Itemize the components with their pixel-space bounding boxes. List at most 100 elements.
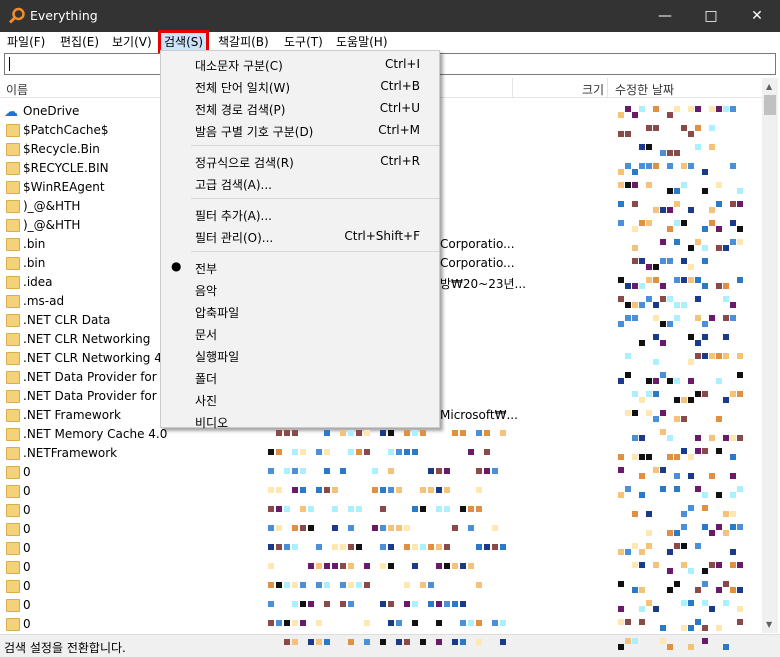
redacted-pixel — [730, 302, 736, 308]
menu-4[interactable]: 책갈피(B) — [215, 33, 272, 51]
list-item[interactable]: .NETFramework — [4, 444, 504, 463]
redacted-pixel — [284, 620, 290, 626]
redacted-pixel — [625, 549, 631, 555]
menu-0[interactable]: 파일(F) — [4, 33, 48, 51]
redacted-pixel — [396, 487, 402, 493]
menu-item[interactable]: 비디오 — [161, 410, 439, 432]
menu-5[interactable]: 도구(T) — [281, 33, 326, 51]
redacted-pixel — [646, 410, 652, 416]
maximize-button[interactable]: □ — [688, 0, 734, 32]
vertical-scrollbar[interactable]: ▲ ▼ — [762, 78, 778, 633]
menu-item[interactable]: 사진 — [161, 388, 439, 410]
item-name: .bin — [23, 256, 46, 270]
redacted-pixel — [364, 620, 370, 626]
redacted-pixel — [618, 131, 624, 137]
menu-item[interactable]: 대소문자 구분(C) Ctrl+I — [161, 53, 439, 75]
redacted-pixel — [709, 106, 715, 112]
redacted-pixel — [316, 544, 322, 550]
folder-icon — [6, 599, 20, 612]
redacted-pixel — [632, 511, 638, 517]
redacted-pixel — [308, 601, 314, 607]
redacted-pixel — [340, 582, 346, 588]
menu-item[interactable]: ● 전부 — [161, 256, 439, 278]
menu-6[interactable]: 도움말(H) — [333, 33, 391, 51]
redacted-pixel — [688, 277, 694, 283]
redacted-pixel — [639, 435, 645, 441]
list-item[interactable]: 0 — [4, 501, 504, 520]
menu-item-label: 사진 — [195, 394, 218, 408]
scroll-up-icon[interactable]: ▲ — [766, 82, 772, 91]
redacted-pixel — [618, 182, 624, 188]
redacted-pixel — [737, 226, 743, 232]
menu-item[interactable]: 필터 관리(O)... Ctrl+Shift+F — [161, 225, 439, 247]
redacted-pixel — [660, 638, 666, 644]
menu-item[interactable]: 폴더 — [161, 366, 439, 388]
redacted-pixel — [709, 207, 715, 213]
redacted-pixel — [404, 430, 410, 436]
redacted-pixel — [300, 620, 306, 626]
redacted-pixel — [388, 525, 394, 531]
redacted-pixel — [618, 549, 624, 555]
menu-item[interactable]: 압축파일 — [161, 300, 439, 322]
redacted-pixel — [660, 429, 666, 435]
menu-item[interactable]: 정규식으로 검색(R) Ctrl+R — [161, 150, 439, 172]
redacted-pixel — [268, 544, 274, 550]
menu-item[interactable]: 음악 — [161, 278, 439, 300]
close-button[interactable]: ✕ — [734, 0, 780, 32]
menu-item[interactable]: 실행파일 — [161, 344, 439, 366]
list-item[interactable]: 0 — [4, 615, 504, 634]
redacted-pixel — [702, 334, 708, 340]
redacted-pixel — [268, 506, 274, 512]
redacted-pixel — [268, 487, 274, 493]
redacted-pixel — [688, 264, 694, 270]
menu-item[interactable]: 문서 — [161, 322, 439, 344]
item-name: $WinREAgent — [23, 180, 105, 194]
text-caret — [9, 57, 10, 71]
redacted-pixel — [667, 150, 673, 156]
menu-item[interactable]: 고급 검색(A)... — [161, 172, 439, 194]
redacted-pixel — [674, 473, 680, 479]
redacted-pixel — [404, 639, 410, 645]
menu-item[interactable]: 필터 추가(A)... — [161, 203, 439, 225]
redacted-pixel — [716, 562, 722, 568]
redacted-pixel — [268, 563, 274, 569]
folder-icon — [6, 295, 20, 308]
menu-item[interactable]: 발음 구별 기호 구분(D) Ctrl+M — [161, 119, 439, 141]
menu-item[interactable]: 전체 단어 일치(W) Ctrl+B — [161, 75, 439, 97]
column-divider[interactable] — [607, 78, 608, 98]
column-modified[interactable]: 수정한 날짜 — [615, 81, 674, 98]
scroll-down-icon[interactable]: ▼ — [766, 620, 772, 629]
column-name[interactable]: 이름 — [6, 81, 28, 98]
redacted-pixel — [667, 435, 673, 441]
redacted-pixel — [674, 277, 680, 283]
minimize-button[interactable]: — — [642, 0, 688, 32]
folder-icon — [6, 447, 20, 460]
redacted-pixel — [660, 372, 666, 378]
menu-1[interactable]: 편집(E) — [57, 33, 102, 51]
redacted-pixel — [730, 511, 736, 517]
column-size[interactable]: 크기 — [582, 81, 604, 98]
list-item[interactable]: 0 — [4, 520, 504, 539]
menu-2[interactable]: 보기(V) — [109, 33, 155, 51]
redacted-pixel — [372, 487, 378, 493]
redacted-pixel — [695, 106, 701, 112]
redacted-pixel — [460, 639, 466, 645]
list-item[interactable]: 0 — [4, 558, 504, 577]
redacted-pixel — [632, 182, 638, 188]
menu-item[interactable]: 전체 경로 검색(P) Ctrl+U — [161, 97, 439, 119]
item-name: 0 — [23, 617, 31, 631]
redacted-pixel — [653, 207, 659, 213]
redacted-pixel — [730, 492, 736, 498]
redacted-pixel — [396, 525, 402, 531]
redacted-pixel — [646, 277, 652, 283]
redacted-pixel — [667, 258, 673, 264]
redacted-pixel — [667, 296, 673, 302]
redacted-pixel — [324, 563, 330, 569]
redacted-pixel — [618, 644, 624, 650]
menu-3[interactable]: 검색(S) — [157, 30, 210, 54]
scrollbar-thumb[interactable] — [764, 95, 776, 115]
redacted-pixel — [660, 207, 666, 213]
folder-icon — [6, 200, 20, 213]
redacted-pixel — [688, 625, 694, 631]
column-divider[interactable] — [512, 78, 513, 98]
